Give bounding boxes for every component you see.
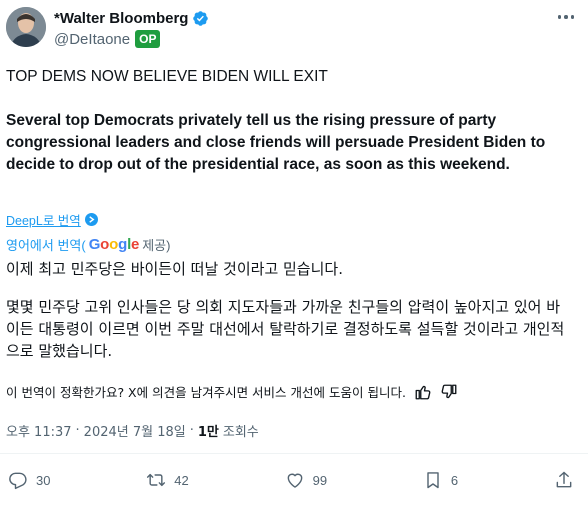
translated-paragraph-1: 이제 최고 민주당은 바이든이 떠날 것이라고 믿습니다. [6,260,343,278]
like-button[interactable]: 99 [285,470,327,490]
avatar[interactable] [6,7,46,47]
translated-paragraph-2: 몇몇 민주당 고위 인사들은 당 의회 지도자들과 가까운 친구들의 압력이 높… [6,298,565,360]
share-button[interactable] [554,470,574,490]
translation-feedback-row: 이 번역이 정확한가요? X에 의견을 남겨주시면 서비스 개선에 도움이 됩니… [6,382,458,401]
divider [0,453,588,454]
views-label: 조회수 [222,425,259,440]
tweet-time[interactable]: 오후 11:37 [6,421,72,440]
thumbs-up-icon[interactable] [414,383,432,401]
views-count: 1만 [197,425,219,440]
retweet-icon [147,473,166,487]
bookmark-icon [427,472,439,489]
more-options-icon[interactable] [556,11,576,23]
feedback-question: 이 번역이 정확한가요? X에 의견을 남겨주시면 서비스 개선에 도움이 됩니… [6,385,406,400]
deepl-icon [84,213,98,226]
verified-icon [193,10,209,26]
tweet-body: Several top Democrats privately tell us … [6,112,546,173]
provided-by-label: 제공) [142,238,171,253]
deepl-label[interactable]: DeepL로 번역 [6,210,81,229]
like-count: 99 [312,472,328,488]
author-name-row: *Walter Bloomberg [54,8,209,28]
bookmark-button[interactable]: 6 [423,470,458,490]
meta-separator: · [189,423,194,438]
thumbs-down-icon[interactable] [440,383,458,401]
deepl-translate-link[interactable]: DeepL로 번역 [6,210,98,229]
translated-text: 이제 최고 민주당은 바이든이 떠날 것이라고 믿습니다. 몇몇 민주당 고위 … [6,258,572,362]
tweet-text: TOP DEMS NOW BELIEVE BIDEN WILL EXIT Sev… [6,66,558,176]
share-icon [556,471,572,488]
reply-count: 30 [36,472,51,488]
author-handle-row: @DeItaone OP [54,28,161,50]
reply-icon [9,472,27,490]
tweet-meta: 오후 11:37 · 2024년 7월 18일 · 1만 조회수 [6,421,259,440]
bookmark-count: 6 [450,472,459,488]
google-logo: Google [88,236,140,253]
author-handle[interactable]: @DeItaone [54,31,130,48]
meta-separator: · [75,423,80,438]
tweet-header: *Walter Bloomberg @DeItaone OP [6,7,578,51]
reply-button[interactable]: 30 [8,470,50,490]
tweet-date[interactable]: 2024년 7월 18일 [84,421,186,440]
translated-by-row: 영어에서 번역( Google 제공) [6,235,170,254]
heart-icon [287,473,302,488]
tweet-headline: TOP DEMS NOW BELIEVE BIDEN WILL EXIT [6,68,328,85]
tweet-actions: 30 42 99 6 [8,468,574,492]
op-badge: OP [135,30,161,48]
translated-from-label[interactable]: 영어에서 번역( [6,235,86,254]
retweet-button[interactable]: 42 [146,470,189,490]
retweet-count: 42 [174,472,189,488]
author-display-name[interactable]: *Walter Bloomberg [54,10,188,27]
